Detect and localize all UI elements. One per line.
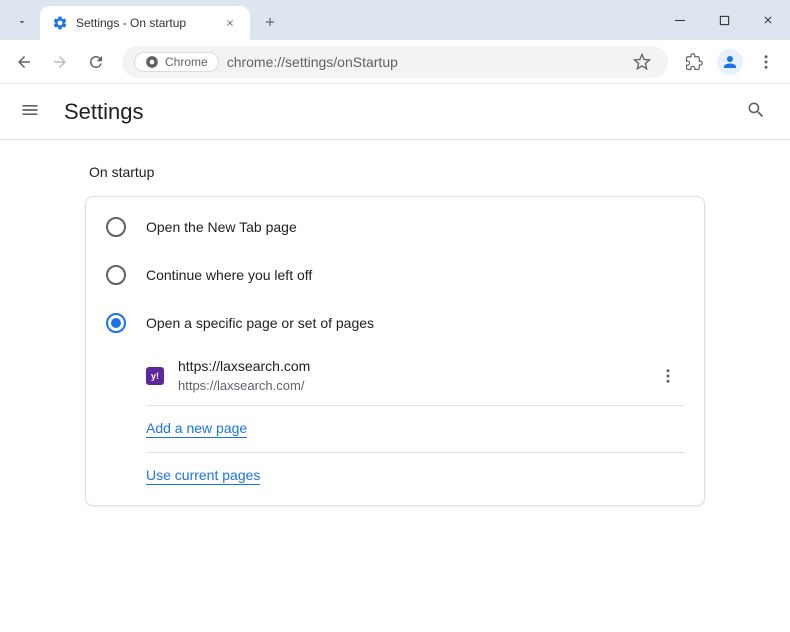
settings-content: On startup Open the New Tab page Continu…: [0, 140, 790, 530]
tab-close-button[interactable]: [222, 15, 238, 31]
browser-titlebar: Settings - On startup: [0, 0, 790, 40]
use-current-pages-link[interactable]: Use current pages: [146, 467, 260, 485]
star-icon: [633, 53, 651, 71]
bookmark-button[interactable]: [628, 48, 656, 76]
startup-page-row: y! https://laxsearch.com https://laxsear…: [86, 347, 704, 405]
search-settings-button[interactable]: [746, 100, 770, 124]
settings-gear-icon: [52, 15, 68, 31]
search-icon: [746, 100, 766, 120]
menu-icon: [20, 100, 40, 120]
page-title-text: https://laxsearch.com: [178, 357, 652, 377]
radio-icon: [106, 217, 126, 237]
forward-button[interactable]: [44, 46, 76, 78]
omnibox[interactable]: Chrome chrome://settings/onStartup: [122, 46, 668, 78]
arrow-left-icon: [15, 53, 33, 71]
close-icon: [225, 18, 235, 28]
page-title: Settings: [64, 99, 144, 125]
page-more-button[interactable]: [652, 360, 684, 392]
address-bar-row: Chrome chrome://settings/onStartup: [0, 40, 790, 84]
maximize-button[interactable]: [702, 0, 746, 40]
hamburger-menu-button[interactable]: [20, 100, 44, 124]
startup-card: Open the New Tab page Continue where you…: [85, 196, 705, 506]
close-window-button[interactable]: [746, 0, 790, 40]
minimize-button[interactable]: [658, 0, 702, 40]
radio-open-newtab[interactable]: Open the New Tab page: [86, 203, 704, 251]
extensions-button[interactable]: [678, 46, 710, 78]
plus-icon: [263, 15, 277, 29]
avatar-icon: [717, 49, 743, 75]
tabs-dropdown-button[interactable]: [8, 8, 36, 36]
close-icon: [762, 14, 774, 26]
section-title: On startup: [85, 164, 705, 180]
reload-button[interactable]: [80, 46, 112, 78]
chrome-logo-icon: [145, 55, 159, 69]
radio-continue[interactable]: Continue where you left off: [86, 251, 704, 299]
radio-label: Continue where you left off: [146, 267, 312, 283]
use-current-row: Use current pages: [86, 453, 704, 499]
add-page-row: Add a new page: [86, 406, 704, 452]
add-new-page-link[interactable]: Add a new page: [146, 420, 247, 438]
radio-specific-pages[interactable]: Open a specific page or set of pages: [86, 299, 704, 347]
radio-icon: [106, 313, 126, 333]
tab-title: Settings - On startup: [76, 16, 222, 30]
site-favicon: y!: [146, 367, 164, 385]
new-tab-button[interactable]: [256, 8, 284, 36]
radio-icon: [106, 265, 126, 285]
reload-icon: [87, 53, 105, 71]
page-url-text: https://laxsearch.com/: [178, 377, 652, 395]
dots-vertical-icon: [757, 53, 775, 71]
url-text: chrome://settings/onStartup: [227, 54, 398, 70]
back-button[interactable]: [8, 46, 40, 78]
profile-button[interactable]: [714, 46, 746, 78]
site-chip[interactable]: Chrome: [134, 52, 219, 72]
menu-button[interactable]: [750, 46, 782, 78]
maximize-icon: [719, 15, 730, 26]
settings-header: Settings: [0, 84, 790, 140]
chevron-down-icon: [16, 16, 28, 28]
puzzle-icon: [685, 53, 703, 71]
window-controls: [658, 0, 790, 40]
browser-tab[interactable]: Settings - On startup: [40, 6, 250, 40]
dots-vertical-icon: [659, 367, 677, 385]
chip-label: Chrome: [165, 55, 208, 69]
arrow-right-icon: [51, 53, 69, 71]
radio-label: Open a specific page or set of pages: [146, 315, 374, 331]
minimize-icon: [674, 14, 686, 26]
radio-label: Open the New Tab page: [146, 219, 297, 235]
